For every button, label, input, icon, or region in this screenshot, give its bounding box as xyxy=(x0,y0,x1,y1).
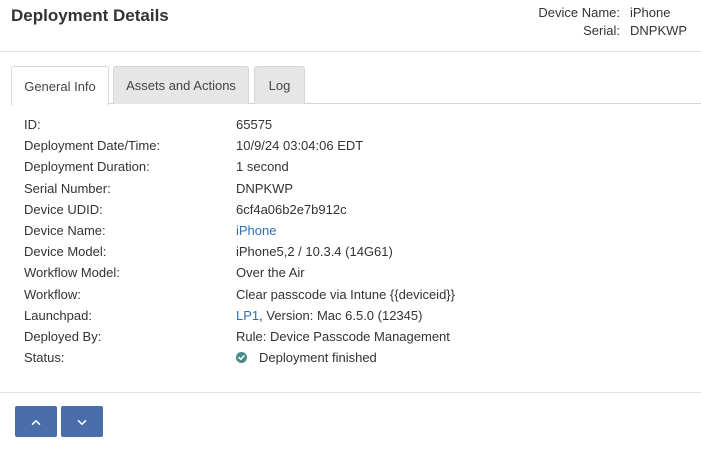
detail-row-workflow: Workflow: Clear passcode via Intune {{de… xyxy=(24,284,684,305)
chevron-up-icon xyxy=(31,414,41,429)
device-name-value: iPhone xyxy=(630,5,671,20)
serial-value: DNPKWP xyxy=(630,23,687,38)
device-summary: Device Name: iPhone Serial: DNPKWP xyxy=(538,4,687,40)
detail-row-launchpad: Launchpad: LP1, Version: Mac 6.5.0 (1234… xyxy=(24,305,684,326)
chevron-down-icon xyxy=(77,414,87,429)
general-info-panel: ID: 65575 Deployment Date/Time: 10/9/24 … xyxy=(24,114,684,368)
detail-row-status: Status: Deployment finished xyxy=(24,347,684,368)
status-label: Status: xyxy=(24,350,65,366)
deployment-duration-label: Deployment Duration: xyxy=(24,159,150,175)
workflow-label: Workflow: xyxy=(24,286,81,302)
launchpad-version: , Version: Mac 6.5.0 (12345) xyxy=(259,307,423,323)
deployed-by-value: Rule: Device Passcode Management xyxy=(236,328,450,344)
device-model-value: iPhone5,2 / 10.3.4 (14G61) xyxy=(236,244,393,260)
check-circle-icon xyxy=(236,352,247,364)
device-udid-label: Device UDID: xyxy=(24,201,103,217)
detail-row-workflow-model: Workflow Model: Over the Air xyxy=(24,262,684,283)
tab-general-info[interactable]: General Info xyxy=(11,66,109,105)
tab-assets-and-actions[interactable]: Assets and Actions xyxy=(113,66,249,104)
detail-row-date: Deployment Date/Time: 10/9/24 03:04:06 E… xyxy=(24,135,684,156)
device-model-label: Device Model: xyxy=(24,244,107,260)
device-name-row: Device Name: iPhone xyxy=(538,4,687,22)
workflow-model-label: Workflow Model: xyxy=(24,265,120,281)
deployment-date-label: Deployment Date/Time: xyxy=(24,138,161,154)
detail-row-serial: Serial Number: DNPKWP xyxy=(24,178,684,199)
device-name-detail-label: Device Name: xyxy=(24,222,106,238)
launchpad-link[interactable]: LP1 xyxy=(236,308,259,323)
detail-row-id: ID: 65575 xyxy=(24,114,684,135)
id-value: 65575 xyxy=(236,117,273,132)
detail-row-model: Device Model: iPhone5,2 / 10.3.4 (14G61) xyxy=(24,241,684,262)
next-button[interactable] xyxy=(61,406,103,437)
page-header: Deployment Details Device Name: iPhone S… xyxy=(0,0,701,52)
device-udid-value: 6cf4a06b2e7b912c xyxy=(236,201,347,217)
launchpad-value: LP1, Version: Mac 6.5.0 (12345) xyxy=(236,305,422,326)
footer-divider xyxy=(0,392,701,393)
detail-row-device-name: Device Name: iPhone xyxy=(24,220,684,241)
device-name-link[interactable]: iPhone xyxy=(236,220,276,241)
deployed-by-label: Deployed By: xyxy=(24,328,102,344)
status-cell: Deployment finished xyxy=(236,347,377,368)
serial-number-value: DNPKWP xyxy=(236,180,294,196)
tab-log[interactable]: Log xyxy=(254,66,305,104)
status-value: Deployment finished xyxy=(259,350,377,366)
workflow-model-value: Over the Air xyxy=(236,265,305,281)
page-title: Deployment Details xyxy=(11,6,169,25)
workflow-value: Clear passcode via Intune {{deviceid}} xyxy=(236,286,455,302)
tab-bar: General Info Assets and Actions Log xyxy=(11,66,701,105)
previous-button[interactable] xyxy=(15,406,57,437)
detail-row-udid: Device UDID: 6cf4a06b2e7b912c xyxy=(24,199,684,220)
id-label: ID: xyxy=(24,117,41,132)
detail-row-duration: Deployment Duration: 1 second xyxy=(24,156,684,177)
serial-number-label: Serial Number: xyxy=(24,180,111,196)
launchpad-label: Launchpad: xyxy=(24,307,92,323)
device-udid-cell: 6cf4a06b2e7b912c xyxy=(236,199,357,220)
device-name-label: Device Name: xyxy=(538,5,620,20)
serial-label: Serial: xyxy=(583,23,620,38)
serial-row: Serial: DNPKWP xyxy=(538,22,687,40)
deployment-date-value: 10/9/24 03:04:06 EDT xyxy=(236,138,364,154)
detail-row-deployed-by: Deployed By: Rule: Device Passcode Manag… xyxy=(24,326,684,347)
deployment-duration-value: 1 second xyxy=(236,159,289,175)
